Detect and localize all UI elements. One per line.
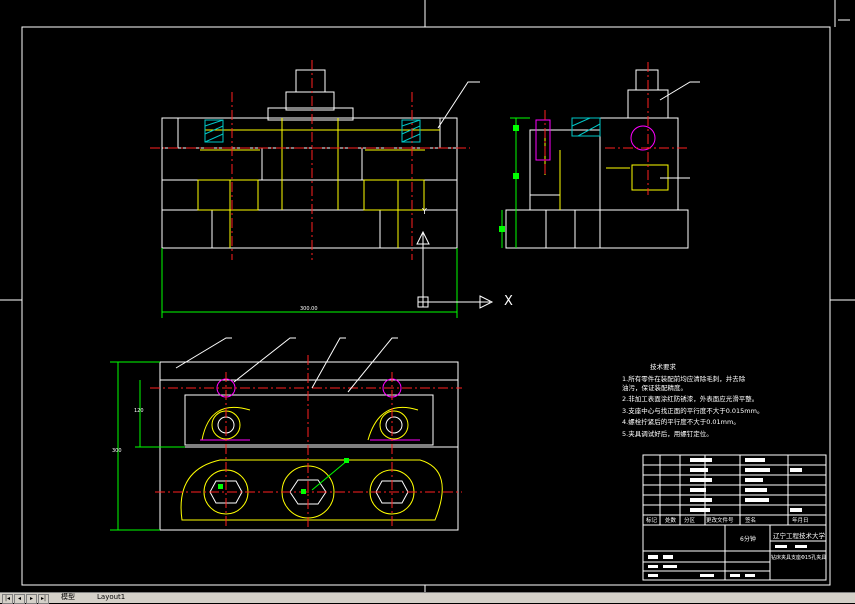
- title-block-drawing-name: 钻床夹具支座Φ15孔夹具: [771, 555, 827, 561]
- title-block-university: 辽宁工程技术大学: [773, 532, 825, 540]
- layout-tab-bar: |◂ ◂ ▸ ▸| 模型 Layout1: [0, 592, 855, 604]
- front-view: [150, 60, 494, 318]
- title-block-header: 标记: [646, 518, 658, 524]
- tab-model[interactable]: 模型: [58, 593, 78, 602]
- requirement-line: 油污，保证装配精度。: [622, 384, 687, 392]
- side-view: [499, 62, 700, 249]
- dim-height-a: 120: [134, 408, 144, 414]
- y-axis-label: Y: [422, 207, 427, 216]
- sheet-border: [0, 0, 855, 592]
- tab-layout1[interactable]: Layout1: [94, 593, 128, 602]
- next-tab-button[interactable]: ▸: [26, 594, 37, 604]
- title-block-header: 签名: [745, 518, 757, 524]
- cad-drawing-canvas[interactable]: [0, 0, 855, 602]
- title-block-header: 更改文件号: [706, 518, 734, 524]
- title-block-header: 分区: [684, 518, 696, 524]
- title-block-scale-mark: 6分钟: [740, 536, 756, 543]
- technical-requirements-title: 技术要求: [650, 363, 676, 371]
- top-view: [110, 337, 462, 531]
- title-block-header: 处数: [665, 518, 677, 524]
- first-tab-button[interactable]: |◂: [2, 594, 13, 604]
- prev-tab-button[interactable]: ◂: [14, 594, 25, 604]
- last-tab-button[interactable]: ▸|: [38, 594, 49, 604]
- title-block-header: 年月日: [792, 518, 809, 524]
- requirement-line: 3.支座中心与找正面的平行度不大于0.015mm。: [622, 407, 764, 415]
- requirement-line: 5.夹具调试好后，用螺钉定位。: [622, 430, 713, 438]
- dim-overall-width: 300.00: [300, 306, 318, 312]
- requirement-line: 2.非加工表面涂红防锈漆，外表面应光滑平整。: [622, 395, 759, 403]
- x-axis-label: X: [504, 294, 513, 309]
- requirement-line: 4.螺栓拧紧后的平行度不大于0.01mm。: [622, 418, 740, 426]
- dim-height-b: 300: [112, 448, 122, 454]
